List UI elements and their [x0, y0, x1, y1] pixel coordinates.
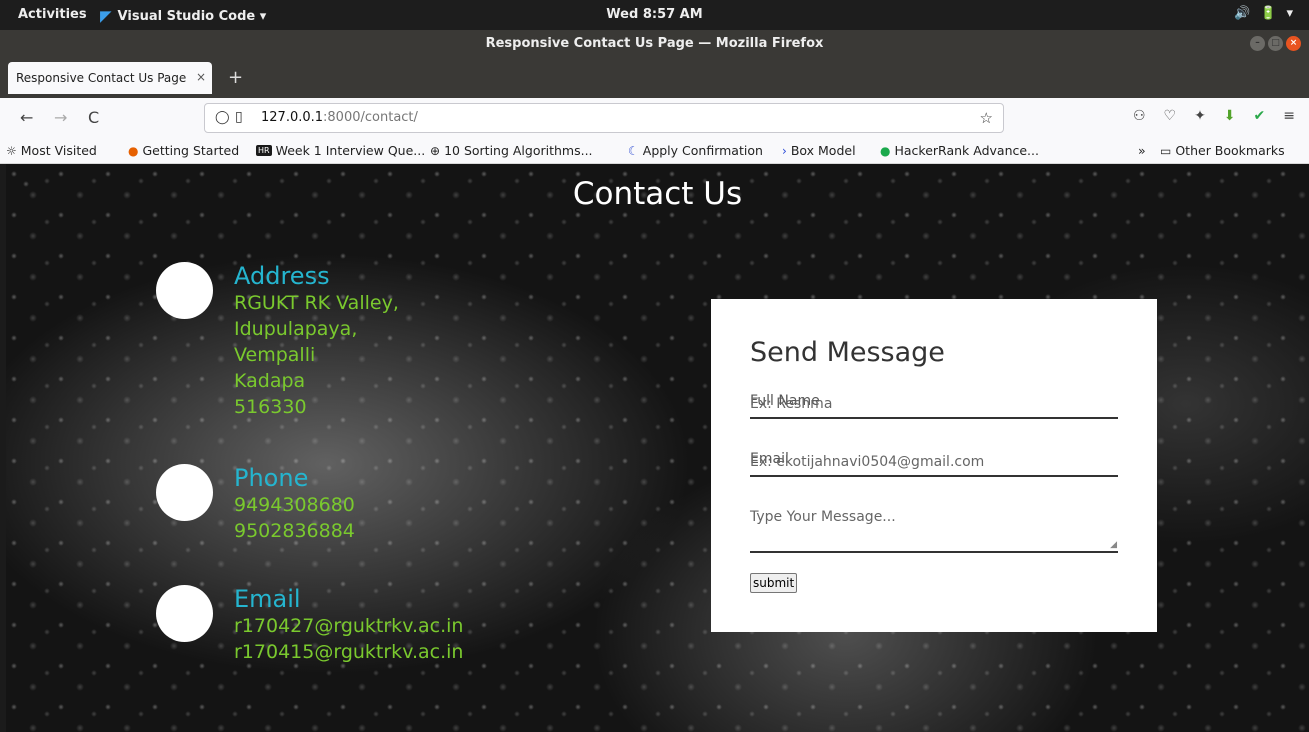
- bookmark-apply[interactable]: ☾ Apply Confirmation: [628, 143, 763, 158]
- app-menu-label: Visual Studio Code ▾: [117, 8, 267, 24]
- address-line: Idupulapaya,: [234, 318, 358, 340]
- page-info-icon[interactable]: ▯: [235, 109, 243, 125]
- url-path: :8000/contact/: [323, 110, 418, 125]
- bookmark-label: Box Model: [790, 143, 856, 158]
- page-title: Contact Us: [572, 176, 743, 212]
- address-line: Kadapa: [234, 370, 306, 392]
- bookmark-label: Most Visited: [20, 143, 97, 158]
- other-bookmarks-label: Other Bookmarks: [1175, 143, 1285, 158]
- nav-bar: ← → C ◯ ▯ 127.0.0.1:8000/contact/ ☆ ⚇ ♡ …: [0, 98, 1309, 138]
- bookmark-star-icon[interactable]: ☆: [980, 109, 993, 127]
- bookmark-label: Getting Started: [142, 143, 240, 158]
- full-name-input[interactable]: Ex: Reshma: [750, 396, 832, 412]
- email-input[interactable]: Ex: ekotijahnavi0504@gmail.com: [750, 454, 984, 470]
- bookmark-week1[interactable]: HR Week 1 Interview Que...: [256, 143, 425, 158]
- window-title: Responsive Contact Us Page — Mozilla Fir…: [485, 36, 824, 51]
- pocket-icon[interactable]: ♡: [1164, 108, 1177, 124]
- bookmark-label: Week 1 Interview Que...: [275, 143, 426, 158]
- email-field[interactable]: Email Ex: ekotijahnavi0504@gmail.com: [750, 451, 1118, 477]
- message-textarea[interactable]: Type Your Message... ◢: [750, 509, 1118, 553]
- account-icon[interactable]: ⚇: [1133, 108, 1146, 124]
- bookmark-hackerrank[interactable]: ● HackerRank Advance...: [880, 143, 1039, 158]
- bookmark-label: Apply Confirmation: [642, 143, 763, 158]
- full-name-field[interactable]: Full Name Ex: Reshma: [750, 393, 1118, 419]
- chevron-icon: ›: [782, 143, 787, 158]
- forward-icon[interactable]: →: [54, 108, 67, 127]
- email-heading: Email: [234, 585, 301, 613]
- moon-icon: ☾: [628, 143, 639, 158]
- new-tab-icon[interactable]: +: [228, 67, 243, 88]
- phone-number: 9502836884: [234, 520, 355, 542]
- tracking-shield-icon[interactable]: ◯: [215, 110, 230, 125]
- back-icon[interactable]: ←: [20, 108, 33, 127]
- address-line: 516330: [234, 396, 307, 418]
- phone-number: 9494308680: [234, 494, 355, 516]
- bookmark-sorting[interactable]: ⊕ 10 Sorting Algorithms...: [430, 143, 593, 158]
- phone-heading: Phone: [234, 464, 309, 492]
- address-icon: [156, 262, 213, 319]
- check-extension-icon[interactable]: ✔: [1254, 108, 1266, 124]
- email-icon: [156, 585, 213, 642]
- hackerrank-icon: HR: [256, 145, 272, 156]
- bookmark-box-model[interactable]: › Box Model: [782, 143, 856, 158]
- bookmark-getting-started[interactable]: ● Getting Started: [128, 143, 239, 158]
- submit-button[interactable]: submit: [750, 573, 798, 593]
- phone-icon: [156, 464, 213, 521]
- other-bookmarks[interactable]: ▭ Other Bookmarks: [1160, 143, 1285, 158]
- battery-icon[interactable]: 🔋: [1260, 6, 1276, 21]
- address-heading: Address: [234, 262, 330, 290]
- tab-label: Responsive Contact Us Page: [16, 71, 187, 85]
- maximize-icon[interactable]: □: [1268, 36, 1283, 51]
- system-tray[interactable]: 🔊 🔋 ▾: [1234, 6, 1293, 21]
- close-window-icon[interactable]: ×: [1286, 36, 1301, 51]
- hackerrank-green-icon: ●: [880, 143, 891, 158]
- app-menu[interactable]: ◤ Visual Studio Code ▾: [100, 7, 266, 25]
- resize-grip-icon[interactable]: ◢: [1110, 540, 1117, 550]
- form-title: Send Message: [750, 337, 945, 368]
- url-text[interactable]: 127.0.0.1:8000/contact/: [261, 110, 418, 125]
- address-line: RGUKT RK Valley,: [234, 292, 399, 314]
- contact-form: Send Message Full Name Ex: Reshma Email …: [711, 299, 1157, 632]
- message-placeholder: Type Your Message...: [750, 509, 896, 525]
- page-content: Contact Us Address RGUKT RK Valley, Idup…: [6, 164, 1309, 732]
- minimize-icon[interactable]: –: [1250, 36, 1265, 51]
- tab-strip: Responsive Contact Us Page × +: [0, 58, 1309, 98]
- bookmarks-bar: ☼ Most Visited ● Getting Started HR Week 1 …: [0, 138, 1309, 164]
- url-host: 127.0.0.1: [261, 110, 324, 125]
- address-line: Vempalli: [234, 344, 316, 366]
- activities-button[interactable]: Activities: [18, 7, 87, 22]
- email-address: r170427@rguktrkv.ac.in: [234, 615, 464, 637]
- tab-close-icon[interactable]: ×: [196, 70, 206, 84]
- extension-icon[interactable]: ✦: [1194, 108, 1206, 124]
- volume-icon[interactable]: 🔊: [1234, 6, 1250, 21]
- url-bar[interactable]: ◯ ▯ 127.0.0.1:8000/contact/ ☆: [204, 103, 1004, 133]
- bookmark-most-visited[interactable]: ☼ Most Visited: [6, 143, 97, 158]
- reload-icon[interactable]: C: [88, 108, 99, 127]
- download-icon[interactable]: ⬇: [1224, 108, 1236, 124]
- tray-menu-icon[interactable]: ▾: [1286, 6, 1293, 21]
- toolbar-icons: ⚇ ♡ ✦ ⬇ ✔ ≡: [1133, 108, 1295, 124]
- bookmark-label: 10 Sorting Algorithms...: [444, 143, 593, 158]
- tab-contact[interactable]: Responsive Contact Us Page ×: [8, 62, 212, 94]
- globe-icon: ⊕: [430, 143, 441, 158]
- window-title-bar: Responsive Contact Us Page — Mozilla Fir…: [0, 30, 1309, 58]
- system-top-bar: Activities ◤ Visual Studio Code ▾ Wed 8:…: [0, 0, 1309, 30]
- folder-icon: ▭: [1160, 143, 1172, 158]
- email-address: r170415@rguktrkv.ac.in: [234, 641, 464, 663]
- vscode-icon: ◤: [100, 7, 112, 25]
- firefox-icon: ●: [128, 143, 139, 158]
- gear-icon: ☼: [6, 143, 17, 158]
- bookmark-label: HackerRank Advance...: [894, 143, 1039, 158]
- bookmarks-overflow-icon[interactable]: »: [1138, 143, 1146, 158]
- menu-icon[interactable]: ≡: [1283, 108, 1295, 124]
- window-controls: – □ ×: [1250, 36, 1301, 51]
